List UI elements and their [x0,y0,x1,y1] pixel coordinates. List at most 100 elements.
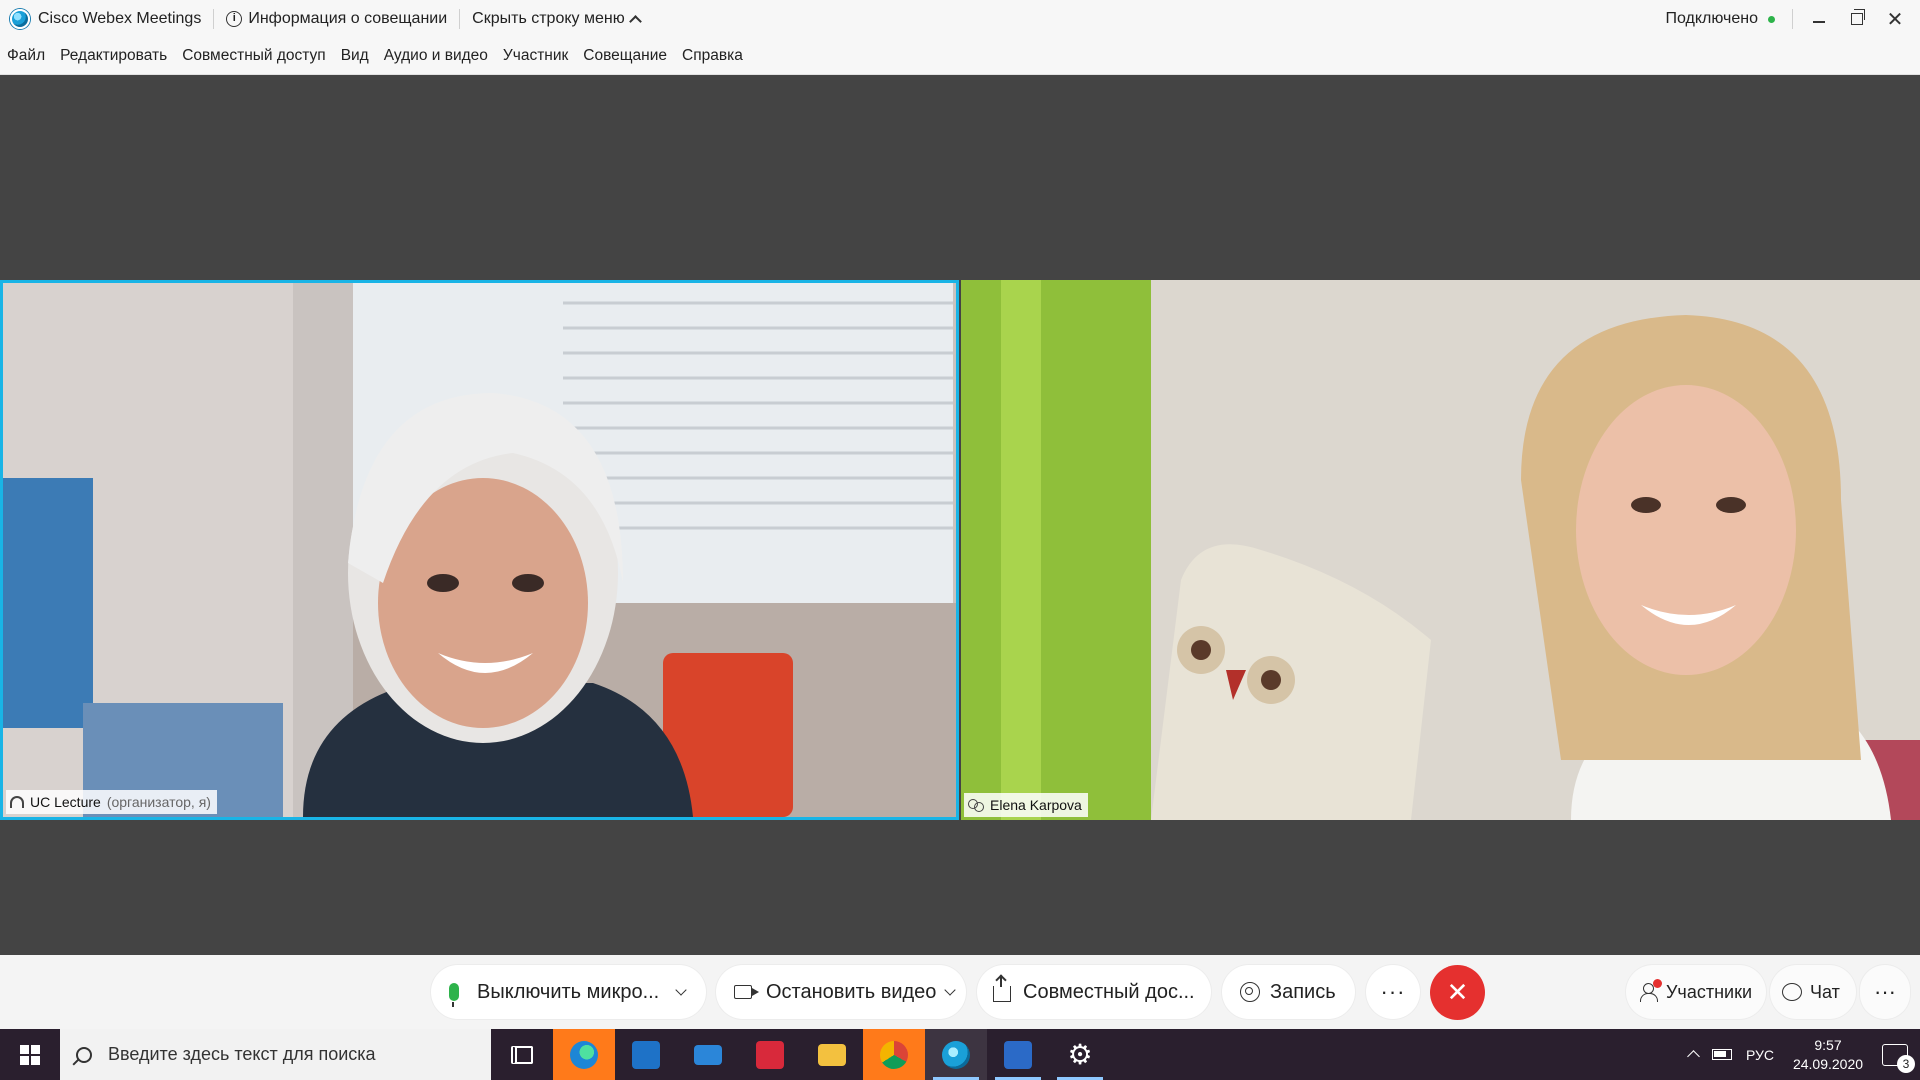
share-icon [993,977,1011,1002]
minimize-icon [1813,21,1825,23]
show-hidden-icons-icon[interactable] [1687,1050,1700,1063]
stop-video-label: Остановить видео [766,980,937,1003]
title-divider [213,9,215,29]
camera-icon [734,985,759,999]
minimize-button[interactable] [1800,0,1838,38]
chrome-icon [880,1040,908,1069]
taskbar-store[interactable] [615,1029,677,1080]
taskbar-word[interactable] [987,1029,1049,1080]
meeting-control-bar: Выключить микро... Остановить видео Совм… [0,955,1920,1029]
store-icon [632,1040,660,1069]
chat-icon [1782,983,1802,1001]
app-title: Cisco Webex Meetings [38,10,202,27]
menu-meeting[interactable]: Совещание [583,47,667,65]
participant-role: (организатор, я) [106,794,211,810]
connection-status: Подключено [1665,0,1775,38]
status-dot-icon [1768,15,1775,23]
chevron-down-icon[interactable] [944,983,957,996]
taskbar-mail[interactable] [677,1029,739,1080]
taskbar-settings[interactable]: ⚙ [1049,1029,1111,1080]
microphone-icon [449,983,459,1007]
record-label: Запись [1270,980,1336,1003]
notification-count-badge: 3 [1897,1054,1915,1073]
battery-icon[interactable] [1711,1049,1732,1060]
notification-dot-icon [1653,979,1662,988]
panel-more-button[interactable]: ··· [1860,965,1910,1019]
participant-name-tag: Elena Karpova [964,793,1088,817]
taskbar-chrome[interactable] [863,1029,925,1080]
participants-label: Участники [1666,981,1752,1002]
record-icon [1240,982,1260,1002]
participant-icon [968,799,984,812]
record-button[interactable]: Запись [1222,965,1355,1019]
more-options-button[interactable]: ··· [1366,965,1420,1019]
title-divider [459,9,461,29]
participant-video-feed [961,280,1920,820]
mute-button[interactable]: Выключить микро... [431,965,706,1019]
close-window-button[interactable]: ✕ [1876,0,1914,38]
participants-button[interactable]: Участники [1626,965,1766,1019]
webex-logo-icon [10,9,30,29]
participant-name-tag: UC Lecture (организатор, я) [6,790,217,814]
menu-participant[interactable]: Участник [503,47,568,65]
meeting-info-button[interactable]: i Информация о совещании [226,10,447,28]
mute-label: Выключить микро... [477,980,660,1003]
end-meeting-button[interactable]: ✕ [1430,965,1485,1020]
taskbar-file-explorer[interactable] [801,1029,863,1080]
gear-icon: ⚙ [1067,1038,1093,1070]
clock-date: 24.09.2020 [1792,1055,1864,1072]
video-stage: UC Lecture (организатор, я) Elena Karpov… [0,75,1920,955]
taskbar-search-box[interactable]: Введите здесь текст для поиска [60,1029,491,1080]
participant-name: Elena Karpova [990,797,1082,813]
search-icon [76,1046,92,1063]
participant-video-feed [3,283,956,817]
video-tile-elena-karpova[interactable]: Elena Karpova [961,280,1920,820]
share-label: Совместный дос... [1023,980,1195,1003]
restore-button[interactable] [1838,0,1876,38]
connection-status-label: Подключено [1665,10,1758,27]
participant-name: UC Lecture [30,794,101,810]
edge-icon [570,1040,598,1069]
clock-time: 9:57 [1814,1036,1842,1053]
action-center-button[interactable]: 3 [1882,1043,1915,1073]
menu-share[interactable]: Совместный доступ [182,47,326,65]
taskbar-gift[interactable] [739,1029,801,1080]
stop-video-button[interactable]: Остановить видео [716,965,966,1019]
chat-button[interactable]: Чат [1770,965,1856,1019]
language-indicator[interactable]: РУС [1746,1047,1774,1063]
hide-menu-label: Скрыть строку меню [472,10,625,27]
title-bar: Cisco Webex Meetings i Информация о сове… [0,0,1920,38]
close-icon: ✕ [1886,8,1904,31]
menu-file[interactable]: Файл [7,47,45,65]
menu-audio-video[interactable]: Аудио и видео [384,47,488,65]
hide-menu-button[interactable]: Скрыть строку меню [472,10,642,28]
video-tile-uc-lecture[interactable]: UC Lecture (организатор, я) [0,280,959,820]
menu-edit[interactable]: Редактировать [60,47,167,65]
word-icon [1004,1040,1032,1069]
gift-icon [756,1040,784,1069]
folder-icon [818,1043,846,1066]
menu-view[interactable]: Вид [341,47,369,65]
windows-taskbar: Введите здесь текст для поиска ⚙ РУС 9:5… [0,1029,1920,1080]
chevron-down-icon[interactable] [675,983,687,996]
search-placeholder: Введите здесь текст для поиска [108,1044,376,1064]
taskbar-edge[interactable] [553,1029,615,1080]
webex-icon [942,1040,970,1069]
menu-bar: Файл Редактировать Совместный доступ Вид… [0,38,1920,75]
restore-icon [1851,9,1865,25]
title-divider [1792,9,1793,29]
taskbar-clock[interactable]: 9:57 24.09.2020 [1788,1036,1868,1074]
info-icon: i [226,11,243,27]
system-tray: РУС 9:57 24.09.2020 3 [1687,1029,1920,1080]
mail-icon [694,1044,722,1065]
task-view-button[interactable] [491,1029,553,1080]
share-button[interactable]: Совместный дос... [977,965,1211,1019]
start-button[interactable] [0,1029,60,1080]
task-view-icon [511,1045,533,1064]
chat-label: Чат [1810,981,1840,1002]
headset-icon [10,796,24,808]
menu-help[interactable]: Справка [682,47,743,65]
taskbar-webex[interactable] [925,1029,987,1080]
chevron-up-icon [628,15,642,28]
windows-logo-icon [20,1044,40,1065]
